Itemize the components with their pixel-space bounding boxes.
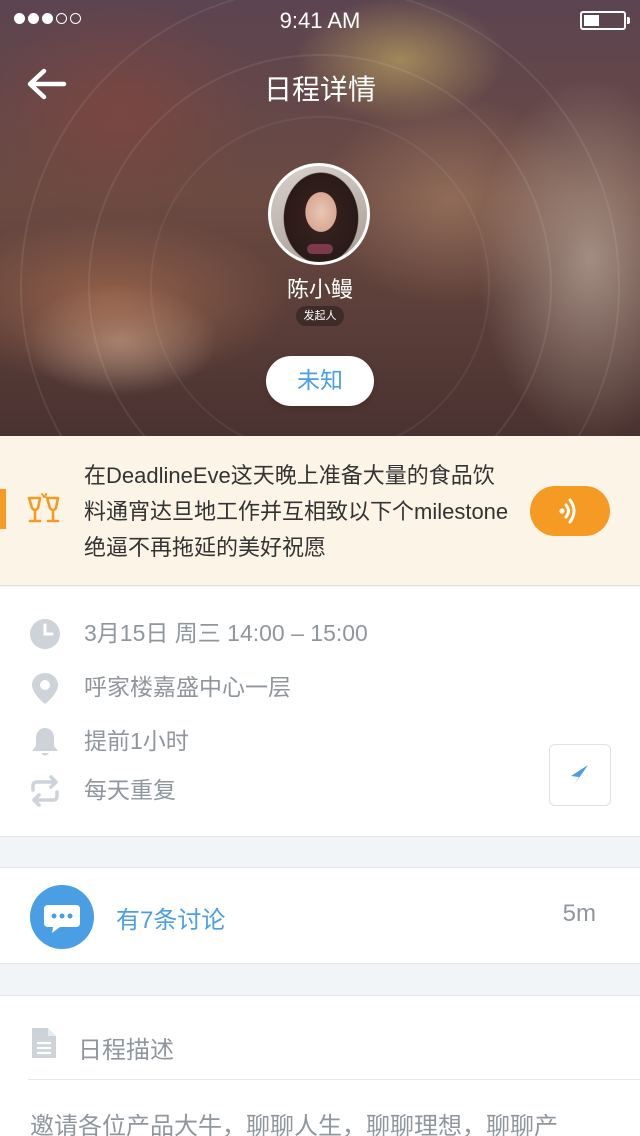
- discussion-row[interactable]: 有7条讨论 5m: [0, 867, 640, 964]
- organizer-name: 陈小鳗: [286, 278, 353, 303]
- event-repeat: 每天重复: [84, 777, 176, 803]
- info-row-time: 3月15日 周三 14:00 – 15:00: [0, 613, 640, 653]
- status-time: 9:41 AM: [279, 8, 361, 33]
- navigation-arrow-icon: [571, 765, 588, 785]
- chat-bubble-icon: [30, 885, 94, 949]
- status-button[interactable]: 未知: [266, 356, 374, 406]
- description-section: 日程描述 邀请各位产品大牛，聊聊人生，聊聊理想，聊聊产: [0, 995, 640, 1136]
- banner-text: 在DeadlineEve这天晚上准备大量的食品饮料通宵达旦地工作并互相致以下个m…: [84, 463, 509, 560]
- navigate-button[interactable]: [549, 744, 611, 806]
- description-body: 邀请各位产品大牛，聊聊人生，聊聊理想，聊聊产: [30, 1112, 558, 1136]
- discussion-time: 5m: [562, 900, 596, 927]
- event-info: 3月15日 周三 14:00 – 15:00 呼家楼嘉盛中心一层 提前1小时 每…: [0, 587, 640, 837]
- battery-level: [584, 15, 599, 26]
- event-banner: 在DeadlineEve这天晚上准备大量的食品饮料通宵达旦地工作并互相致以下个m…: [0, 436, 640, 586]
- info-row-reminder: 提前1小时: [0, 721, 640, 761]
- event-location: 呼家楼嘉盛中心一层: [84, 674, 291, 700]
- event-time: 3月15日 周三 14:00 – 15:00: [84, 620, 368, 646]
- battery-icon: [580, 11, 630, 30]
- page-title: 日程详情: [263, 73, 376, 106]
- discussion-count: 有7条讨论: [116, 907, 226, 934]
- hero-header: 9:41 AM 日程详情 陈小鳗 发起人 未知: [0, 0, 640, 436]
- description-title: 日程描述: [78, 1036, 174, 1064]
- cheers-icon: [27, 493, 60, 523]
- avatar[interactable]: [268, 163, 370, 265]
- banner-accent-bar: [0, 489, 6, 529]
- voice-play-button[interactable]: [530, 486, 610, 536]
- bell-icon: [32, 728, 58, 756]
- location-pin-icon: [32, 673, 58, 704]
- info-row-location[interactable]: 呼家楼嘉盛中心一层: [0, 667, 640, 707]
- clock-icon: [30, 619, 60, 649]
- document-icon: [32, 1028, 56, 1058]
- status-bar: 9:41 AM: [0, 0, 640, 40]
- event-reminder: 提前1小时: [84, 728, 189, 754]
- role-badge: 发起人: [296, 306, 344, 326]
- avatar-detail: [307, 244, 333, 254]
- sound-wave-icon: [559, 498, 576, 524]
- info-row-repeat: 每天重复: [0, 770, 640, 810]
- divider: [28, 1079, 640, 1080]
- repeat-icon: [31, 775, 59, 807]
